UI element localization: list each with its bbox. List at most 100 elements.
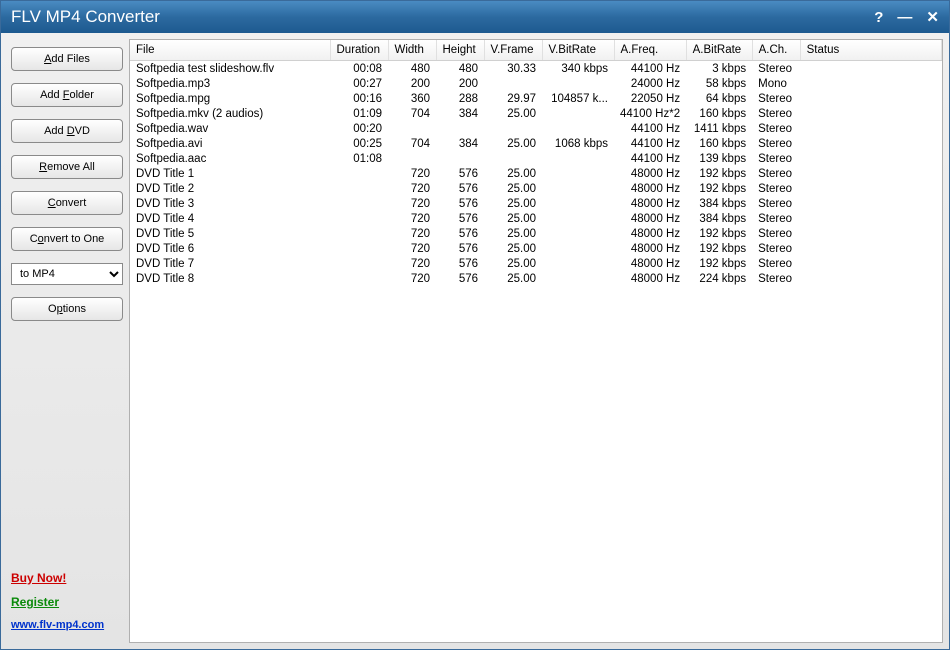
col-duration[interactable]: Duration	[330, 40, 388, 61]
table-row[interactable]: Softpedia.mpg00:1636028829.97104857 k...…	[130, 91, 942, 106]
cell-ach: Stereo	[752, 121, 800, 136]
cell-status	[800, 196, 941, 211]
cell-ach: Mono	[752, 76, 800, 91]
cell-width: 480	[388, 61, 436, 77]
cell-width: 720	[388, 256, 436, 271]
cell-abitrate: 384 kbps	[686, 211, 752, 226]
cell-vframe	[484, 151, 542, 166]
cell-file: Softpedia.avi	[130, 136, 330, 151]
options-button[interactable]: Options	[11, 297, 123, 321]
cell-duration: 01:09	[330, 106, 388, 121]
table-row[interactable]: Softpedia.mp300:2720020024000 Hz58 kbpsM…	[130, 76, 942, 91]
cell-afreq: 44100 Hz*2	[614, 106, 686, 121]
table-row[interactable]: Softpedia test slideshow.flv00:084804803…	[130, 61, 942, 77]
cell-vframe: 25.00	[484, 166, 542, 181]
cell-file: DVD Title 7	[130, 256, 330, 271]
cell-afreq: 48000 Hz	[614, 181, 686, 196]
cell-vbitrate: 1068 kbps	[542, 136, 614, 151]
add-files-button[interactable]: Add Files	[11, 47, 123, 71]
cell-file: DVD Title 4	[130, 211, 330, 226]
cell-vbitrate: 104857 k...	[542, 91, 614, 106]
table-row[interactable]: DVD Title 572057625.0048000 Hz192 kbpsSt…	[130, 226, 942, 241]
col-ach[interactable]: A.Ch.	[752, 40, 800, 61]
file-table: File Duration Width Height V.Frame V.Bit…	[130, 40, 942, 286]
table-row[interactable]: DVD Title 772057625.0048000 Hz192 kbpsSt…	[130, 256, 942, 271]
sidebar-spacer	[11, 321, 123, 571]
cell-width	[388, 151, 436, 166]
cell-file: Softpedia.mkv (2 audios)	[130, 106, 330, 121]
cell-status	[800, 256, 941, 271]
table-row[interactable]: Softpedia.mkv (2 audios)01:0970438425.00…	[130, 106, 942, 121]
table-row[interactable]: DVD Title 272057625.0048000 Hz192 kbpsSt…	[130, 181, 942, 196]
sidebar-links: Buy Now! Register www.flv-mp4.com	[11, 571, 123, 637]
cell-abitrate: 160 kbps	[686, 106, 752, 121]
col-file[interactable]: File	[130, 40, 330, 61]
col-vframe[interactable]: V.Frame	[484, 40, 542, 61]
cell-afreq: 44100 Hz	[614, 61, 686, 77]
table-row[interactable]: DVD Title 172057625.0048000 Hz192 kbpsSt…	[130, 166, 942, 181]
cell-vframe: 25.00	[484, 106, 542, 121]
remove-all-button[interactable]: Remove All	[11, 155, 123, 179]
table-header: File Duration Width Height V.Frame V.Bit…	[130, 40, 942, 61]
cell-vframe	[484, 76, 542, 91]
cell-duration: 00:27	[330, 76, 388, 91]
table-row[interactable]: DVD Title 472057625.0048000 Hz384 kbpsSt…	[130, 211, 942, 226]
cell-height: 576	[436, 241, 484, 256]
format-select[interactable]: to MP4	[11, 263, 123, 285]
convert-to-one-button[interactable]: Convert to One	[11, 227, 123, 251]
register-link[interactable]: Register	[11, 595, 123, 609]
help-icon[interactable]: ?	[874, 9, 883, 26]
table-row[interactable]: Softpedia.aac01:0844100 Hz139 kbpsStereo	[130, 151, 942, 166]
col-abitrate[interactable]: A.BitRate	[686, 40, 752, 61]
col-height[interactable]: Height	[436, 40, 484, 61]
col-vbitrate[interactable]: V.BitRate	[542, 40, 614, 61]
cell-status	[800, 166, 941, 181]
cell-vbitrate	[542, 151, 614, 166]
add-folder-label: older	[69, 89, 93, 101]
col-afreq[interactable]: A.Freq.	[614, 40, 686, 61]
cell-afreq: 24000 Hz	[614, 76, 686, 91]
cell-status	[800, 211, 941, 226]
table-row[interactable]: Softpedia.avi00:2570438425.001068 kbps44…	[130, 136, 942, 151]
close-icon[interactable]: ✕	[926, 8, 939, 26]
cell-vbitrate	[542, 226, 614, 241]
cell-height: 288	[436, 91, 484, 106]
cell-width: 704	[388, 136, 436, 151]
cell-abitrate: 1411 kbps	[686, 121, 752, 136]
cell-height	[436, 121, 484, 136]
buy-now-link[interactable]: Buy Now!	[11, 571, 123, 585]
cell-status	[800, 76, 941, 91]
table-row[interactable]: Softpedia.wav00:2044100 Hz1411 kbpsStere…	[130, 121, 942, 136]
table-row[interactable]: DVD Title 372057625.0048000 Hz384 kbpsSt…	[130, 196, 942, 211]
cell-abitrate: 192 kbps	[686, 256, 752, 271]
cell-vbitrate	[542, 196, 614, 211]
cell-abitrate: 384 kbps	[686, 196, 752, 211]
cell-ach: Stereo	[752, 61, 800, 77]
cell-ach: Stereo	[752, 196, 800, 211]
cell-width: 720	[388, 241, 436, 256]
col-status[interactable]: Status	[800, 40, 941, 61]
cell-afreq: 44100 Hz	[614, 121, 686, 136]
cell-abitrate: 139 kbps	[686, 151, 752, 166]
site-link[interactable]: www.flv-mp4.com	[11, 619, 123, 631]
cell-width: 720	[388, 181, 436, 196]
add-dvd-button[interactable]: Add DVD	[11, 119, 123, 143]
col-width[interactable]: Width	[388, 40, 436, 61]
table-row[interactable]: DVD Title 672057625.0048000 Hz192 kbpsSt…	[130, 241, 942, 256]
convert-button[interactable]: Convert	[11, 191, 123, 215]
cell-status	[800, 136, 941, 151]
cell-height: 384	[436, 136, 484, 151]
cell-status	[800, 226, 941, 241]
cell-width: 720	[388, 196, 436, 211]
cell-height: 576	[436, 256, 484, 271]
cell-file: DVD Title 6	[130, 241, 330, 256]
table-row[interactable]: DVD Title 872057625.0048000 Hz224 kbpsSt…	[130, 271, 942, 286]
cell-duration: 00:25	[330, 136, 388, 151]
minimize-icon[interactable]: —	[897, 9, 912, 26]
cell-height: 576	[436, 271, 484, 286]
add-folder-button[interactable]: Add Folder	[11, 83, 123, 107]
cell-width	[388, 121, 436, 136]
cell-duration	[330, 211, 388, 226]
cell-ach: Stereo	[752, 241, 800, 256]
cell-duration	[330, 256, 388, 271]
